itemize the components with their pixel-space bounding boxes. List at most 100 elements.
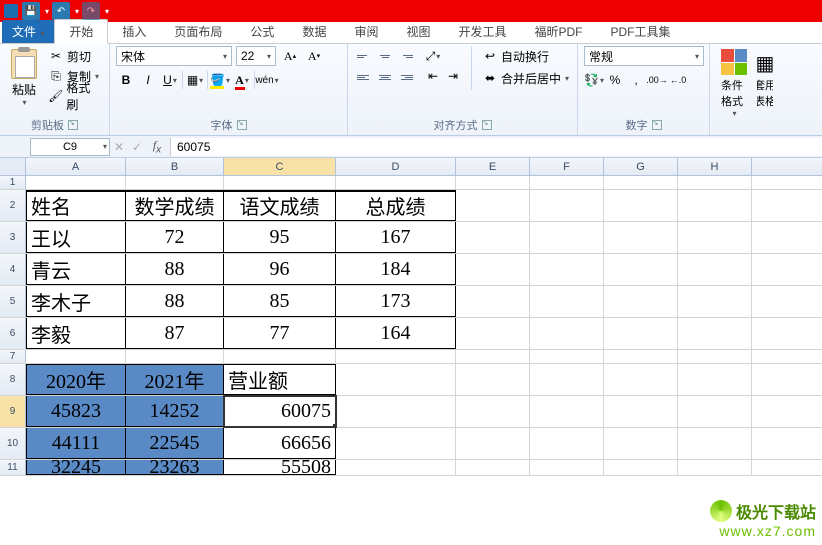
cell[interactable]: 45823 (26, 396, 126, 427)
qat-save-dropdown[interactable]: ▾ (42, 2, 52, 20)
cell[interactable] (530, 364, 604, 395)
border-button[interactable]: ▦▾ (185, 70, 205, 90)
cell[interactable]: 72 (126, 222, 224, 253)
row-header[interactable]: 10 (0, 428, 26, 459)
cell[interactable] (530, 286, 604, 317)
column-header-F[interactable]: F (530, 158, 604, 175)
cell[interactable] (678, 286, 752, 317)
merge-center-button[interactable]: ⬌合并后居中▾ (480, 68, 571, 88)
qat-save-button[interactable]: 💾 (22, 2, 40, 20)
cell[interactable]: 66656 (224, 428, 336, 459)
cell[interactable]: 96 (224, 254, 336, 285)
cell[interactable] (336, 428, 456, 459)
cell[interactable] (678, 396, 752, 427)
cell[interactable]: 李毅 (26, 318, 126, 349)
align-top-center-button[interactable] (375, 46, 395, 66)
cell[interactable] (678, 364, 752, 395)
cell[interactable] (678, 428, 752, 459)
cell[interactable]: 22545 (126, 428, 224, 459)
cell[interactable] (604, 350, 678, 363)
cell[interactable] (530, 190, 604, 221)
cell[interactable] (604, 190, 678, 221)
cell[interactable]: 14252 (126, 396, 224, 427)
increase-font-button[interactable]: A▴ (280, 46, 300, 66)
qat-customize-dropdown[interactable]: ▾ (102, 2, 112, 20)
cell[interactable] (678, 318, 752, 349)
row-header[interactable]: 9 (0, 396, 26, 427)
tab-home[interactable]: 开始 (54, 19, 108, 44)
decrease-decimal-button[interactable]: ←.0 (668, 70, 688, 90)
cell[interactable] (456, 364, 530, 395)
spreadsheet-grid[interactable]: ABCDEFGH 12姓名数学成绩语文成绩总成绩3王以72951674青云889… (0, 158, 822, 545)
font-size-combo[interactable]: 22▾ (236, 46, 276, 66)
cell[interactable]: 95 (224, 222, 336, 253)
cell[interactable] (336, 350, 456, 363)
formula-bar[interactable]: 60075 (170, 138, 822, 156)
cell[interactable] (126, 176, 224, 189)
cell[interactable]: 总成绩 (336, 190, 456, 221)
conditional-format-button[interactable]: 条件格式 ▾ (716, 46, 752, 121)
cell[interactable] (456, 396, 530, 427)
cell[interactable]: 李木子 (26, 286, 126, 317)
number-format-combo[interactable]: 常规▾ (584, 46, 704, 66)
cell[interactable] (456, 176, 530, 189)
cell[interactable] (530, 460, 604, 475)
cell[interactable]: 数学成绩 (126, 190, 224, 221)
cell[interactable] (456, 286, 530, 317)
cell[interactable] (604, 176, 678, 189)
cell[interactable] (336, 176, 456, 189)
name-box[interactable]: C9▾ (30, 138, 110, 156)
row-header[interactable]: 6 (0, 318, 26, 349)
cell[interactable] (678, 254, 752, 285)
cell[interactable]: 184 (336, 254, 456, 285)
cell[interactable]: 77 (224, 318, 336, 349)
cell[interactable]: 55508 (224, 460, 336, 475)
cell[interactable]: 23263 (126, 460, 224, 475)
decrease-font-button[interactable]: A▾ (304, 46, 324, 66)
underline-button[interactable]: U▾ (160, 70, 180, 90)
percent-button[interactable]: % (605, 70, 625, 90)
increase-decimal-button[interactable]: .00→ (647, 70, 667, 90)
row-header[interactable]: 8 (0, 364, 26, 395)
column-header-B[interactable]: B (126, 158, 224, 175)
accounting-format-button[interactable]: 💱▾ (584, 70, 604, 90)
cell[interactable] (678, 190, 752, 221)
cell[interactable]: 语文成绩 (224, 190, 336, 221)
select-all-button[interactable] (0, 158, 26, 175)
cell[interactable] (224, 350, 336, 363)
dialog-launcher-icon[interactable] (652, 120, 662, 130)
column-header-D[interactable]: D (336, 158, 456, 175)
cell[interactable] (604, 396, 678, 427)
phonetic-button[interactable]: wén▾ (257, 70, 277, 90)
font-name-combo[interactable]: 宋体▾ (116, 46, 232, 66)
tab-developer[interactable]: 开发工具 (444, 20, 520, 43)
cell[interactable] (126, 350, 224, 363)
row-header[interactable]: 5 (0, 286, 26, 317)
cell[interactable] (26, 176, 126, 189)
cell[interactable]: 60075 (224, 396, 336, 427)
cell[interactable] (456, 428, 530, 459)
cell[interactable]: 44111 (26, 428, 126, 459)
row-header[interactable]: 1 (0, 176, 26, 189)
cell[interactable]: 173 (336, 286, 456, 317)
align-left-button[interactable] (354, 67, 374, 87)
cell[interactable] (336, 396, 456, 427)
cell[interactable]: 167 (336, 222, 456, 253)
paste-button[interactable]: 粘贴 ▾ (6, 46, 42, 110)
qat-redo-button[interactable]: ↷ (82, 2, 100, 20)
align-top-right-button[interactable] (396, 46, 416, 66)
cell[interactable] (678, 350, 752, 363)
fill-color-button[interactable]: 🪣▾ (210, 70, 230, 90)
decrease-indent-button[interactable]: ⇤ (423, 66, 443, 86)
column-header-E[interactable]: E (456, 158, 530, 175)
format-painter-button[interactable]: 🖌格式刷 (46, 86, 103, 106)
tab-view[interactable]: 视图 (392, 20, 444, 43)
bold-button[interactable]: B (116, 70, 136, 90)
tab-formulas[interactable]: 公式 (236, 20, 288, 43)
cell[interactable] (456, 254, 530, 285)
cell[interactable] (604, 364, 678, 395)
row-header[interactable]: 7 (0, 350, 26, 363)
cell[interactable]: 88 (126, 286, 224, 317)
cell[interactable] (530, 318, 604, 349)
cell[interactable]: 32245 (26, 460, 126, 475)
